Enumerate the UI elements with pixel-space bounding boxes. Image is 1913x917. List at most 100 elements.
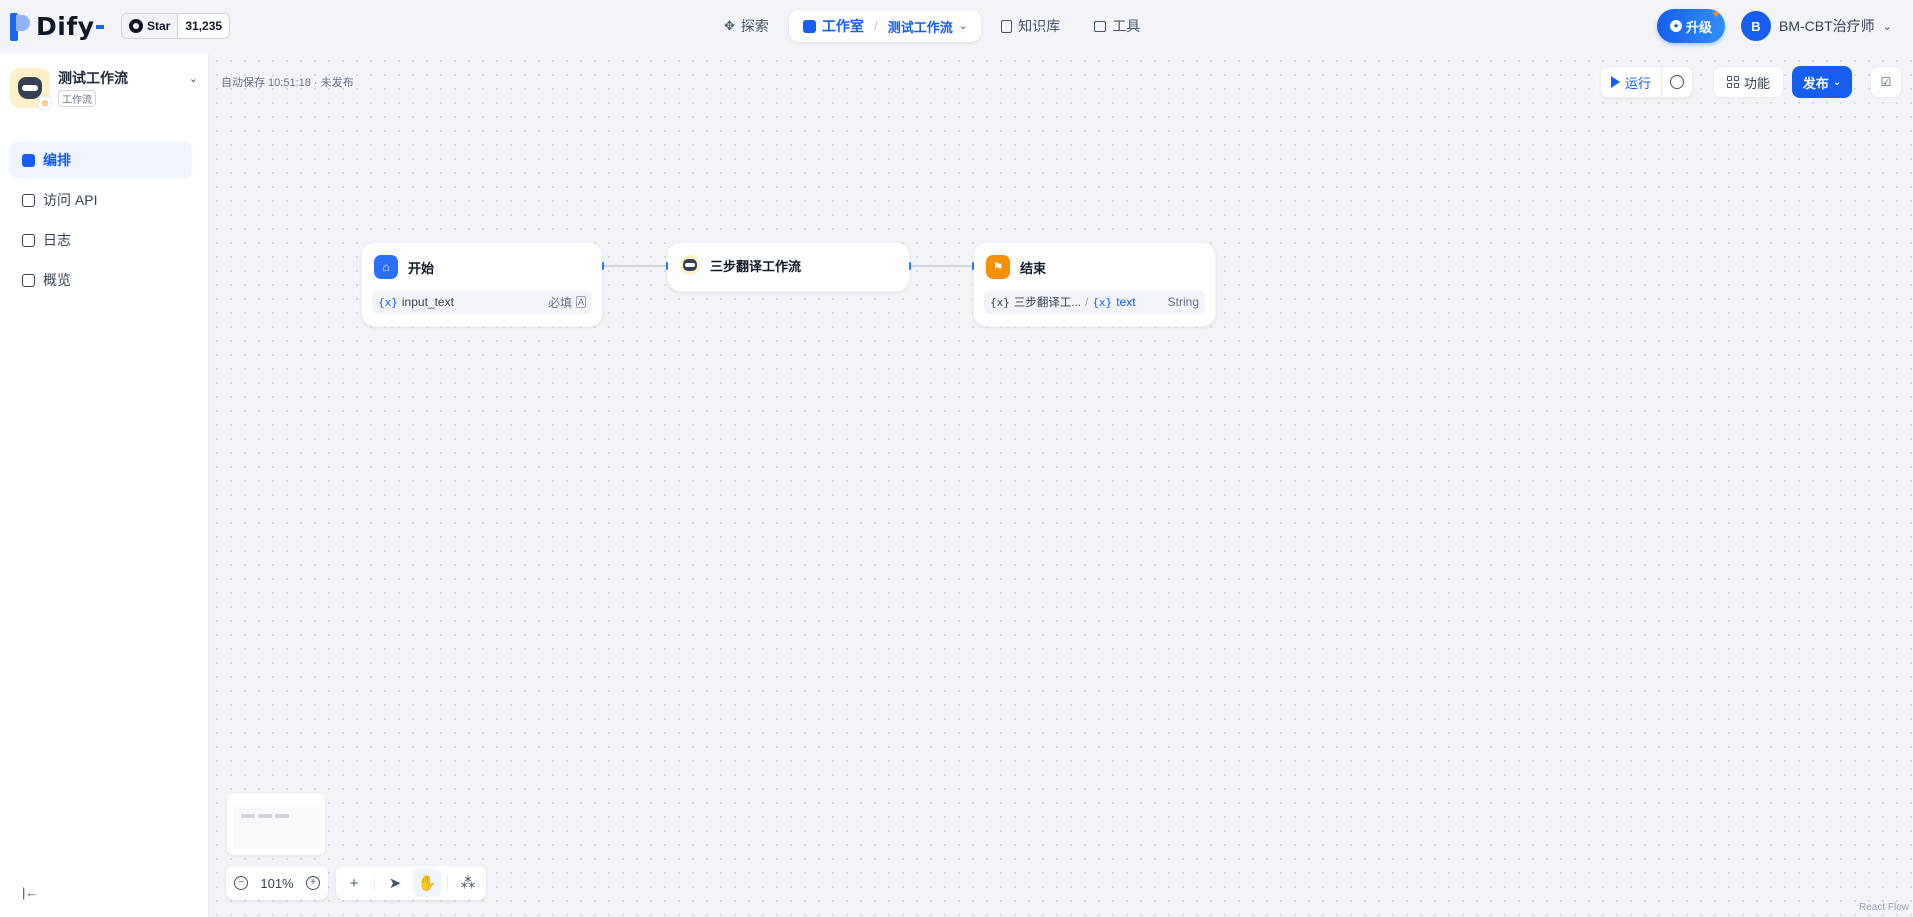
sidebar-item-logs[interactable]: 日志 <box>10 222 192 258</box>
github-icon <box>129 19 143 33</box>
edge-workflow-to-end[interactable] <box>910 265 973 267</box>
nav-studio-label: 工作室 <box>821 18 864 34</box>
dify-logo[interactable]: Dify <box>10 12 104 41</box>
zoom-controls: − 101% + <box>226 866 328 900</box>
nav-tools-label: 工具 <box>1112 18 1141 34</box>
organize-nodes-icon[interactable]: ⁂ <box>454 869 482 897</box>
collapse-sidebar-icon[interactable]: |← <box>22 885 38 900</box>
end-icon: ⚑ <box>986 255 1010 279</box>
github-star-button[interactable]: Star 31,235 <box>121 13 231 39</box>
run-label: 运行 <box>1625 75 1652 91</box>
required-badge: 必填 <box>547 295 572 310</box>
variable-name: text <box>1116 295 1136 309</box>
sidebar-item-label: 访问 API <box>43 192 98 208</box>
home-icon: ⌂ <box>374 255 398 279</box>
node-end[interactable]: ⚑ 结束 {x} 三步翻译工... / {x} text String <box>972 242 1216 327</box>
hand-icon[interactable]: ✋ <box>413 869 442 897</box>
minimap-node <box>241 814 255 818</box>
minimap[interactable] <box>226 792 326 856</box>
edge-start-to-workflow[interactable] <box>603 265 667 267</box>
output-handle[interactable] <box>602 262 604 270</box>
sidebar-item-api[interactable]: 访问 API <box>10 182 192 218</box>
app-avatar: ⚙ <box>10 68 52 110</box>
run-history-button[interactable] <box>1662 67 1692 97</box>
explore-icon: ✥ <box>724 18 735 33</box>
node-translation-workflow[interactable]: 三步翻译工作流 <box>666 242 911 292</box>
app-name: 测试工作流 <box>58 70 128 86</box>
node-start[interactable]: ⌂ 开始 {x} input_text 必填 A <box>361 242 604 327</box>
sidebar-item-label: 日志 <box>43 232 71 248</box>
zoom-level[interactable]: 101% <box>260 876 293 891</box>
features-button[interactable]: 功能 <box>1713 66 1784 98</box>
zoom-out-icon[interactable]: − <box>234 876 248 890</box>
nav-explore-label: 探索 <box>740 18 769 34</box>
robot-icon <box>680 255 700 275</box>
workflow-canvas[interactable] <box>210 54 1913 917</box>
app-type-badge: 工作流 <box>58 90 96 107</box>
checklist-icon: ☑ <box>1880 75 1892 89</box>
user-name: BM-CBT治疗师 <box>1779 18 1875 34</box>
grid-icon <box>1726 76 1739 88</box>
canvas-tools: + ➤ ✋ ⁂ <box>336 866 486 900</box>
input-handle[interactable] <box>972 262 974 270</box>
avatar: B <box>1741 11 1771 41</box>
play-icon <box>1611 76 1620 88</box>
sidebar-menu: 编排 访问 API 日志 概览 <box>10 142 192 302</box>
top-navigation-bar: Dify Star 31,235 ✥ 探索 工作室 / 测试工作流 ⌄ 知识库 … <box>0 0 1913 54</box>
orchestrate-icon <box>22 153 35 167</box>
app-info[interactable]: ⚙ 测试工作流 工作流 ⌄ <box>10 68 198 114</box>
log-icon <box>22 233 35 247</box>
node-title: 结束 <box>1020 260 1047 276</box>
tools-icon <box>1094 20 1107 32</box>
zoom-in-icon[interactable]: + <box>306 876 320 890</box>
dify-logo-icon <box>10 12 30 41</box>
pointer-icon[interactable]: ➤ <box>381 869 409 897</box>
app-sidebar: ⚙ 测试工作流 工作流 ⌄ 编排 访问 API 日志 概览 |← <box>0 54 209 917</box>
node-title: 三步翻译工作流 <box>710 258 802 274</box>
variable-name: input_text <box>401 295 454 309</box>
variable-type: String <box>1167 295 1199 309</box>
robot-icon <box>18 77 42 99</box>
nav-studio[interactable]: 工作室 / 测试工作流 ⌄ <box>788 10 982 42</box>
nav-knowledge[interactable]: 知识库 <box>987 10 1074 42</box>
star-count: 31,235 <box>185 19 223 33</box>
sidebar-item-overview[interactable]: 概览 <box>10 262 192 298</box>
publish-label: 发布 <box>1802 75 1829 91</box>
variable-icon: {x} <box>1092 295 1113 309</box>
run-button[interactable]: 运行 <box>1601 67 1663 97</box>
input-handle[interactable] <box>666 262 668 270</box>
divider <box>447 875 448 891</box>
chevron-down-icon: ⌄ <box>1882 20 1892 33</box>
main-nav: ✥ 探索 工作室 / 测试工作流 ⌄ 知识库 工具 <box>710 10 1154 42</box>
checklist-button[interactable]: ☑ <box>1870 66 1902 98</box>
add-node-icon[interactable]: + <box>340 869 368 897</box>
variable-icon: {x} <box>378 295 398 309</box>
sidebar-item-orchestrate[interactable]: 编排 <box>10 142 192 178</box>
text-type-icon: A <box>575 296 586 308</box>
upgrade-button[interactable]: ✦ 升级 ✦ <box>1657 7 1725 43</box>
minimap-viewport <box>233 804 321 848</box>
variable-icon: {x} <box>990 295 1010 309</box>
nav-tools[interactable]: 工具 <box>1080 10 1154 42</box>
run-button-group: 运行 <box>1600 66 1694 98</box>
knowledge-icon <box>1001 19 1013 33</box>
chevron-down-icon[interactable]: ⌄ <box>189 72 198 85</box>
nav-knowledge-label: 知识库 <box>1018 18 1061 34</box>
chevron-down-icon[interactable]: ⌄ <box>959 21 967 32</box>
publish-button[interactable]: 发布 ⌄ <box>1792 66 1852 98</box>
sidebar-item-label: 编排 <box>43 152 71 168</box>
current-app-selector[interactable]: 测试工作流 <box>888 17 953 36</box>
workflow-badge-icon: ⚙ <box>38 96 52 110</box>
sparkle-icon: ✦ <box>1710 7 1721 21</box>
autosave-status: 自动保存 10:51:18 · 未发布 <box>221 77 354 89</box>
react-flow-attribution[interactable]: React Flow <box>1859 902 1909 913</box>
star-label: Star <box>147 19 171 33</box>
output-handle[interactable] <box>909 262 911 270</box>
user-menu[interactable]: B BM-CBT治疗师 ⌄ <box>1741 11 1892 41</box>
upgrade-icon: ✦ <box>1669 20 1682 32</box>
minimap-node <box>258 814 272 818</box>
clock-icon <box>1670 75 1685 89</box>
logo-dot <box>95 24 104 29</box>
nav-explore[interactable]: ✥ 探索 <box>710 10 783 42</box>
terminal-icon <box>22 193 35 207</box>
